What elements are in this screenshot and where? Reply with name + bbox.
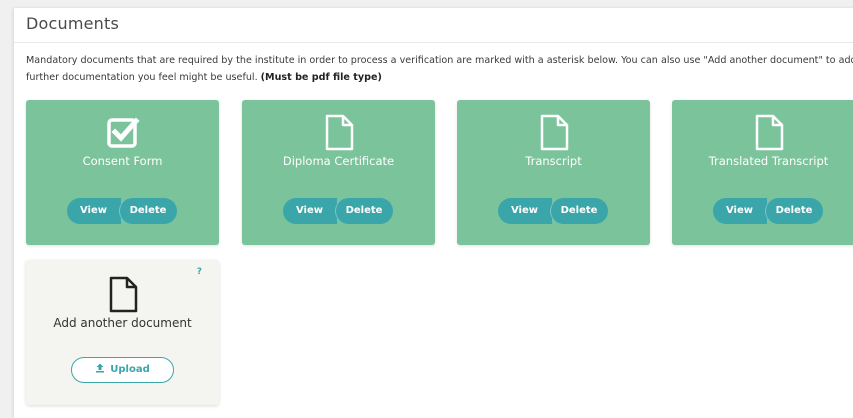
upload-icon bbox=[96, 363, 105, 373]
document-card-consent-form: Consent Form View Delete bbox=[26, 100, 219, 245]
document-label: Translated Transcript bbox=[708, 154, 829, 168]
document-card-transcript: Transcript View Delete bbox=[457, 100, 650, 245]
view-button[interactable]: View bbox=[497, 198, 552, 224]
description-line-2: further documentation you feel might be … bbox=[26, 69, 853, 86]
upload-label: Upload bbox=[110, 364, 150, 375]
document-label: Consent Form bbox=[82, 154, 163, 168]
view-button[interactable]: View bbox=[712, 198, 767, 224]
view-button[interactable]: View bbox=[66, 198, 121, 224]
document-card-translated-transcript: Translated Transcript View Delete bbox=[672, 100, 853, 245]
view-button[interactable]: View bbox=[282, 198, 337, 224]
title-divider bbox=[14, 42, 853, 43]
document-card-diploma-certificate: Diploma Certificate View Delete bbox=[242, 100, 435, 245]
checkbox-checked-icon bbox=[106, 117, 140, 148]
description-line-1: Mandatory documents that are required by… bbox=[26, 55, 853, 66]
description-line-2-text: further documentation you feel might be … bbox=[26, 72, 261, 83]
document-actions: View Delete bbox=[282, 198, 395, 224]
add-document-label: Add another document bbox=[53, 316, 192, 330]
file-icon bbox=[109, 276, 137, 313]
delete-button[interactable]: Delete bbox=[118, 198, 177, 224]
delete-button[interactable]: Delete bbox=[334, 198, 393, 224]
document-label: Transcript bbox=[525, 154, 582, 168]
document-actions: View Delete bbox=[712, 198, 825, 224]
document-label: Diploma Certificate bbox=[282, 154, 395, 168]
upload-button[interactable]: Upload bbox=[71, 357, 174, 383]
add-document-card: ? Add another document Upload bbox=[26, 260, 219, 405]
documents-description: Mandatory documents that are required by… bbox=[26, 52, 853, 86]
file-icon bbox=[325, 114, 353, 151]
document-actions: View Delete bbox=[66, 198, 179, 224]
help-icon[interactable]: ? bbox=[197, 267, 202, 277]
page-title: Documents bbox=[26, 14, 120, 33]
delete-button[interactable]: Delete bbox=[549, 198, 608, 224]
file-icon bbox=[755, 114, 783, 151]
document-actions: View Delete bbox=[497, 198, 610, 224]
delete-button[interactable]: Delete bbox=[764, 198, 823, 224]
description-file-type-note: (Must be pdf file type) bbox=[260, 72, 382, 83]
file-icon bbox=[540, 114, 568, 151]
